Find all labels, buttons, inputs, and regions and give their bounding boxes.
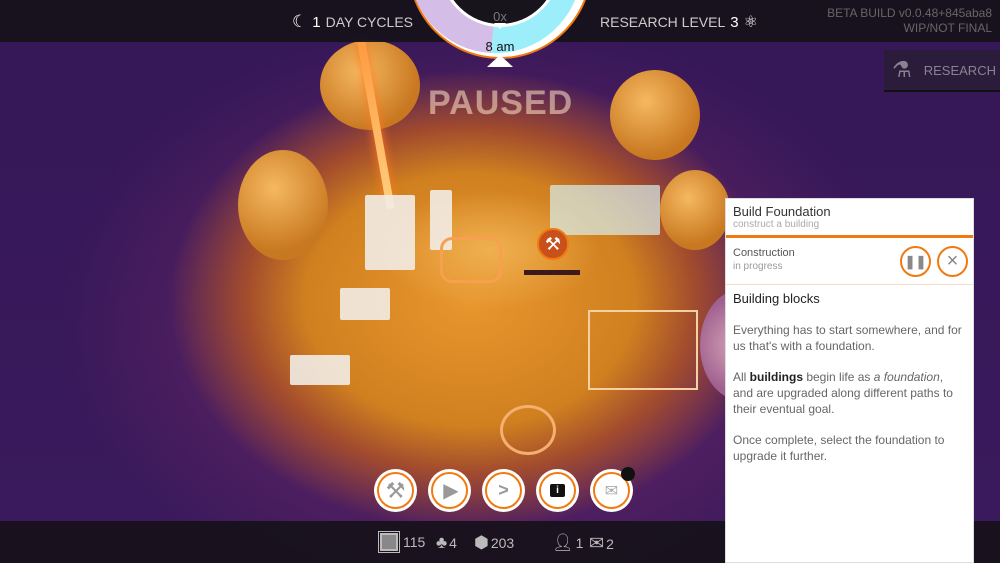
stat-population: 👤︎ 1: [552, 533, 583, 553]
status-title: Construction: [733, 247, 795, 259]
flask-icon: ⚗: [892, 57, 912, 82]
trees-count: 4: [449, 535, 457, 551]
fast-forward-button[interactable]: >: [482, 469, 525, 512]
progress-bar: [524, 270, 580, 275]
foundation-site[interactable]: [440, 237, 502, 283]
task-subtitle: construct a building: [733, 219, 820, 230]
bold-text: buildings: [749, 370, 803, 384]
cancel-button[interactable]: ×: [937, 246, 968, 277]
info-button[interactable]: i: [536, 469, 579, 512]
research-level: RESEARCH LEVEL 3 ⚛: [600, 12, 758, 32]
build-version-line: BETA BUILD v0.0.48+845aba8: [827, 6, 992, 20]
tree-icon: ♣: [436, 533, 448, 552]
chips-count: 115: [403, 534, 426, 550]
portal[interactable]: [500, 405, 556, 455]
italic-text: a foundation: [873, 370, 940, 384]
atom-icon: ⚛: [743, 14, 758, 31]
building[interactable]: [365, 195, 415, 270]
research-button-label: RESEARCH: [923, 62, 996, 78]
task-status: Construction in progress ❚❚ ×: [726, 238, 973, 285]
build-wip-line: WIP/NOT FINAL: [903, 21, 992, 35]
time-of-day: 8 am: [485, 39, 515, 54]
day-cycles: ☾ 1 DAY CYCLES: [292, 12, 413, 32]
description-paragraph: Once complete, select the foundation to …: [733, 433, 945, 463]
tree: [660, 170, 730, 250]
stat-chips: 115: [378, 531, 426, 553]
notification-dot: [621, 467, 635, 481]
task-header: Build Foundation construct a building: [726, 199, 973, 238]
envelope-icon: ✉: [589, 533, 605, 553]
construction-marker-icon[interactable]: ⚒: [537, 228, 569, 260]
cube-icon: ⬢: [474, 533, 489, 552]
research-level-value: 3: [730, 13, 739, 31]
day-cycles-count: 1: [312, 13, 321, 31]
description-heading: Building blocks: [733, 291, 820, 306]
task-title: Build Foundation: [733, 204, 831, 219]
play-button[interactable]: ▶: [428, 469, 471, 512]
text: begin life as: [803, 370, 874, 384]
action-buttons: ⚒ ▶ > i ✉: [374, 467, 635, 512]
person-icon: 👤︎: [552, 533, 574, 552]
research-level-label: RESEARCH LEVEL: [600, 14, 726, 30]
close-icon: ×: [946, 250, 959, 272]
tree: [610, 70, 700, 160]
messages-count: 2: [606, 535, 614, 552]
time-speed: 0x: [493, 9, 507, 24]
task-panel: Build Foundation construct a building Co…: [725, 198, 974, 563]
description-paragraph: All buildings begin life as a foundation…: [733, 369, 966, 417]
status-subtitle: in progress: [733, 261, 783, 272]
pause-button[interactable]: ❚❚: [900, 246, 931, 277]
research-button[interactable]: ⚗ RESEARCH: [884, 50, 1000, 92]
materials-count: 203: [490, 535, 515, 551]
tree: [238, 150, 328, 260]
messages-button[interactable]: ✉: [590, 467, 635, 512]
building[interactable]: [340, 288, 390, 320]
build-button[interactable]: ⚒: [374, 469, 417, 512]
description-paragraph: Everything has to start somewhere, and f…: [733, 323, 962, 353]
moon-icon: ☾: [292, 12, 308, 31]
stat-messages: ✉ 2: [589, 533, 614, 554]
population-count: 1: [575, 535, 584, 551]
build-version: BETA BUILD v0.0.48+845aba8 WIP/NOT FINAL: [827, 6, 992, 36]
building[interactable]: [550, 185, 660, 235]
time-dial[interactable]: 0x 8 am: [407, 0, 593, 67]
building[interactable]: [290, 355, 350, 385]
text: All: [733, 370, 750, 384]
pause-icon: ❚❚: [904, 253, 927, 269]
stat-trees: ♣ 4: [436, 533, 457, 553]
day-cycles-label: DAY CYCLES: [325, 14, 413, 30]
paused-label: PAUSED: [428, 84, 574, 122]
task-description: Building blocks Everything has to start …: [726, 285, 973, 485]
foundation-site[interactable]: [588, 310, 698, 390]
stat-materials: ⬢ 203: [474, 533, 514, 553]
chip-icon: [378, 531, 400, 553]
